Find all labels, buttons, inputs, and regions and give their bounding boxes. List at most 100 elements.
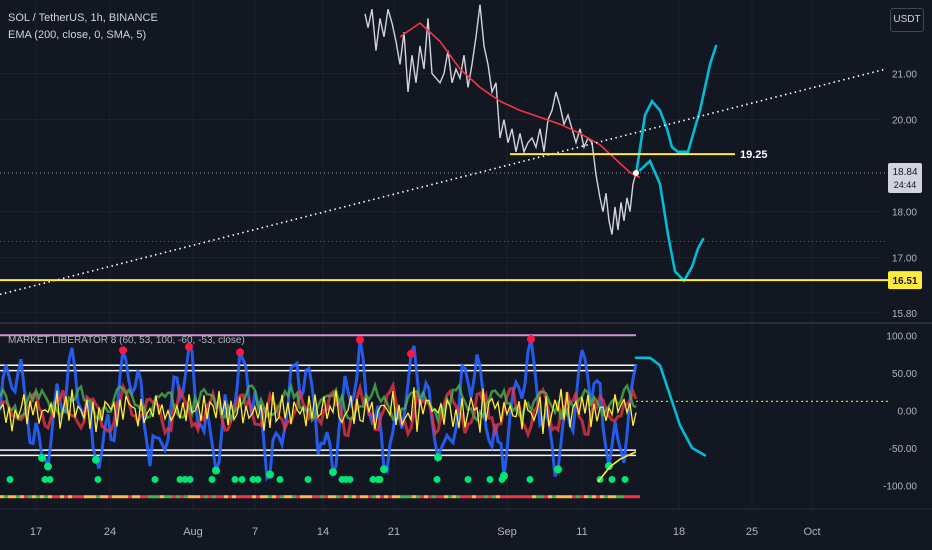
- overbought-dot: [119, 346, 127, 355]
- signal-strip-segment: [620, 495, 624, 499]
- time-tick-label: Aug: [183, 526, 203, 538]
- signal-strip-segment: [444, 495, 448, 499]
- signal-strip-segment: [228, 495, 232, 499]
- signal-strip-segment: [312, 495, 316, 499]
- oversold-dot: [266, 470, 274, 479]
- signal-strip-segment: [84, 495, 88, 499]
- signal-strip-segment: [624, 495, 628, 499]
- signal-strip-segment: [460, 495, 464, 499]
- signal-strip-segment: [528, 495, 532, 499]
- signal-strip-segment: [176, 495, 180, 499]
- signal-strip-segment: [380, 495, 384, 499]
- signal-strip-segment: [432, 495, 436, 499]
- signal-strip-segment: [284, 495, 288, 499]
- signal-strip-segment: [128, 495, 132, 499]
- price-panel: 19.25 16.51: [0, 4, 922, 296]
- signal-strip-segment: [160, 495, 164, 499]
- signal-strip-segment: [264, 495, 268, 499]
- signal-dot: [254, 475, 262, 483]
- signal-strip-segment: [352, 495, 356, 499]
- signal-strip-segment: [592, 495, 596, 499]
- signal-strip-segment: [96, 495, 100, 499]
- signal-dot: [376, 475, 384, 483]
- oversold-dot: [44, 462, 52, 471]
- signal-strip-segment: [612, 495, 616, 499]
- signal-strip-segment: [616, 495, 620, 499]
- signal-strip-segment: [464, 495, 468, 499]
- signal-strip-segment: [340, 495, 344, 499]
- oscillator-trendline[interactable]: [597, 450, 637, 483]
- currency-button[interactable]: USDT: [890, 8, 924, 32]
- price-tick-label: 21.00: [892, 70, 917, 81]
- signal-strip-segment: [384, 495, 388, 499]
- signal-strip-segment: [244, 495, 248, 499]
- signal-strip-segment: [488, 495, 492, 499]
- time-axis[interactable]: 17 24 Aug 7 14 21 Sep 11 18 25 Oct: [30, 526, 821, 538]
- signal-strip-segment: [320, 495, 324, 499]
- time-tick-label: 21: [388, 526, 400, 538]
- signal-strip-segment: [52, 495, 56, 499]
- signal-dot: [486, 475, 494, 483]
- last-price-label: 18.84: [892, 167, 917, 178]
- signal-strip-segment: [140, 495, 144, 499]
- signal-strip-segment: [416, 495, 420, 499]
- signal-strip-segment: [0, 495, 4, 499]
- signal-strip-segment: [480, 495, 484, 499]
- signal-strip-segment: [476, 495, 480, 499]
- time-tick-label: 7: [252, 526, 258, 538]
- signal-strip-segment: [64, 495, 68, 499]
- signal-dot: [498, 475, 506, 483]
- countdown-label: 24:44: [894, 180, 917, 190]
- chart-canvas[interactable]: 19.25 16.51 21.00 20.00 18.00 17.00 15.80 18.8…: [0, 0, 932, 550]
- ema-legend[interactable]: EMA (200, close, 0, SMA, 5): [8, 29, 146, 41]
- price-tick-label: 18.00: [892, 208, 917, 219]
- signal-strip-segment: [392, 495, 396, 499]
- signal-strip-segment: [276, 495, 280, 499]
- signal-strip-segment: [100, 495, 104, 499]
- time-tick-label: 18: [673, 526, 685, 538]
- signal-strip-segment: [512, 495, 516, 499]
- signal-strip-segment: [420, 495, 424, 499]
- oscillator-forecast-path[interactable]: [634, 356, 707, 457]
- signal-dot: [621, 475, 629, 483]
- signal-strip-segment: [168, 495, 172, 499]
- symbol-title[interactable]: SOL / TetherUS, 1h, BINANCE: [8, 12, 158, 24]
- signal-strip-segment: [568, 495, 572, 499]
- signal-strip-segment: [300, 495, 304, 499]
- signal-strip-segment: [448, 495, 452, 499]
- price-tick-label: 15.80: [892, 309, 917, 320]
- signal-strip-segment: [520, 495, 524, 499]
- signal-strip-segment: [8, 495, 12, 499]
- forecast-path[interactable]: [634, 44, 718, 177]
- signal-dot: [6, 475, 14, 483]
- signal-strip-segment: [156, 495, 160, 499]
- signal-dot: [304, 475, 312, 483]
- signal-strip-segment: [232, 495, 236, 499]
- signal-strip-segment: [344, 495, 348, 499]
- level-label-19-25: 19.25: [740, 149, 768, 161]
- signal-strip-segment: [208, 495, 212, 499]
- oscillator-legend[interactable]: MARKET LIBERATOR 8 (60, 53, 100, -60, -5…: [8, 335, 245, 346]
- oscillator-panel: [0, 334, 888, 499]
- overbought-dot: [356, 335, 364, 344]
- signal-strip-segment: [436, 495, 440, 499]
- signal-strip-segment: [212, 495, 216, 499]
- signal-strip-segment: [192, 495, 196, 499]
- signal-strip-segment: [584, 495, 588, 499]
- signal-strip-segment: [72, 495, 76, 499]
- dotted-trendline[interactable]: [0, 68, 887, 296]
- signal-strip-segment: [496, 495, 500, 499]
- signal-strip-segment: [240, 495, 244, 499]
- signal-strip-segment: [632, 495, 636, 499]
- signal-strip-segment: [428, 495, 432, 499]
- signal-strip-segment: [316, 495, 320, 499]
- signal-strip-segment: [116, 495, 120, 499]
- signal-strip-segment: [216, 495, 220, 499]
- oversold-dot: [212, 466, 220, 475]
- signal-strip-segment: [36, 495, 40, 499]
- signal-strip-segment: [348, 495, 352, 499]
- price-tick-label: 20.00: [892, 116, 917, 127]
- forecast-path[interactable]: [638, 158, 705, 283]
- signal-strip-segment: [608, 495, 612, 499]
- signal-strip-segment: [88, 495, 92, 499]
